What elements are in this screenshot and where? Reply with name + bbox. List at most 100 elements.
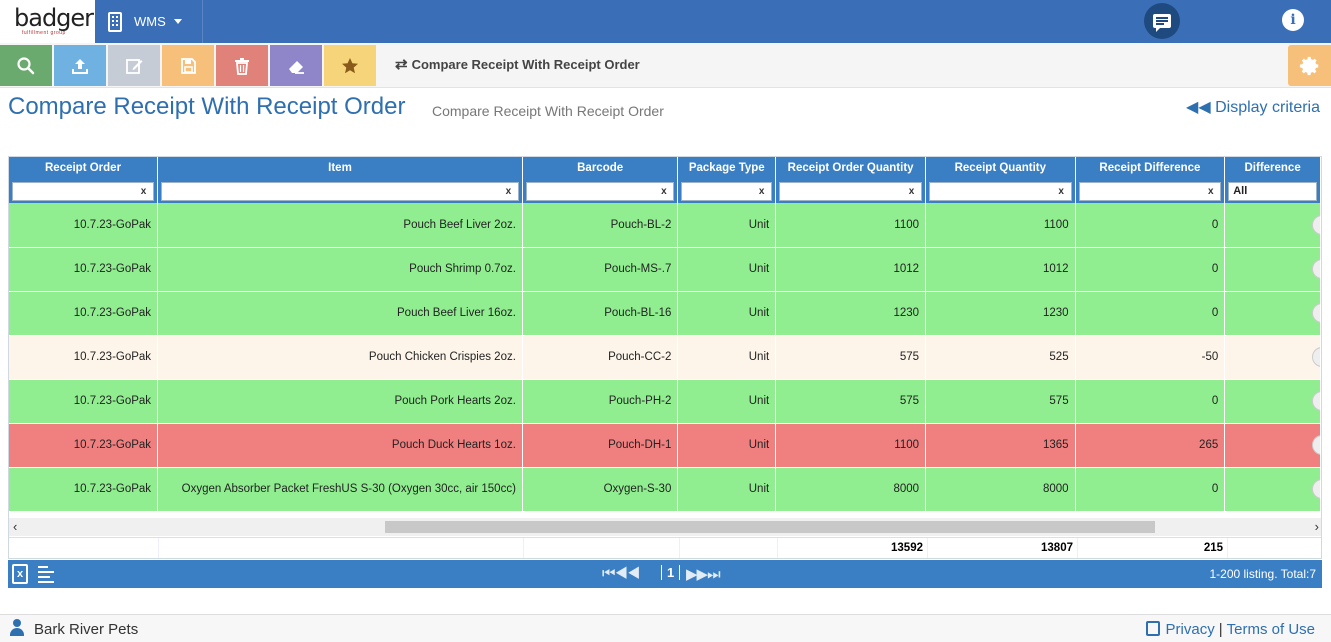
difference-toggle[interactable] <box>1312 214 1320 235</box>
item-cell: Pouch Chicken Crispies 2oz. <box>157 335 523 380</box>
difference-toggle[interactable] <box>1312 479 1320 499</box>
table-row[interactable]: 10.7.23-GoPak Oxygen Absorber Packet Fres… <box>9 467 1321 512</box>
footer: Bark River Pets Privacy | Terms of Use <box>0 614 1331 642</box>
header-row: Receipt Order Item Barcode Package Type … <box>9 157 1321 179</box>
filter-input[interactable]: x <box>779 181 923 201</box>
filter-input[interactable]: x <box>12 181 155 201</box>
item-cell: Pouch Beef Liver 16oz. <box>157 291 523 336</box>
info-icon[interactable]: i <box>1282 9 1304 31</box>
column-header[interactable]: Item <box>157 157 523 179</box>
difference-toggle[interactable] <box>1312 347 1320 367</box>
horizontal-scrollbar[interactable]: ‹ › <box>9 518 1321 536</box>
filter-input[interactable]: x <box>1078 181 1222 201</box>
privacy-icon <box>1145 621 1160 636</box>
listing-count: 1-200 listing. Total:7 <box>1209 567 1316 581</box>
receipt-quantity-cell: 8000 <box>925 467 1076 512</box>
logo-subtext: fulfillment group <box>22 30 66 36</box>
difference-cell <box>1224 291 1321 336</box>
package-type-cell: Unit <box>677 203 777 248</box>
item-cell: Pouch Shrimp 0.7oz. <box>157 247 523 292</box>
privacy-link[interactable]: Privacy <box>1166 621 1215 638</box>
display-criteria-link[interactable]: ◀◀ Display criteria <box>1186 97 1320 117</box>
clear-filter-button[interactable]: x <box>752 182 772 200</box>
pager-bar: x ⏮◀◀ 1 ▶▶⏭ 1-200 listing. Total:7 <box>8 560 1322 588</box>
difference-cell <box>1224 423 1321 468</box>
package-type-cell: Unit <box>677 247 777 292</box>
difference-toggle[interactable] <box>1312 259 1320 279</box>
logo-text: badger <box>14 4 94 32</box>
clear-filter-button[interactable]: x <box>1201 182 1221 200</box>
total-receipt-difference: 215 <box>1203 542 1223 554</box>
difference-toggle[interactable] <box>1312 391 1320 411</box>
column-header[interactable]: Receipt Order <box>9 157 159 179</box>
table-row[interactable]: 10.7.23-GoPak Pouch Beef Liver 16oz. Pouch… <box>9 291 1321 336</box>
column-header[interactable]: Barcode <box>522 157 679 179</box>
data-table: Receipt Order Item Barcode Package Type … <box>9 157 1321 512</box>
package-type-cell: Unit <box>677 291 777 336</box>
company-name: Bark River Pets <box>34 621 139 638</box>
table-row[interactable]: 10.7.23-GoPak Pouch Duck Hearts 1oz. Pouch… <box>9 423 1321 468</box>
column-header[interactable]: Receipt Difference <box>1075 157 1226 179</box>
favorite-button[interactable] <box>324 45 376 86</box>
upload-button[interactable] <box>54 45 106 86</box>
settings-button[interactable] <box>1288 45 1331 86</box>
save-icon <box>181 57 196 74</box>
table-row[interactable]: 10.7.23-GoPak Pouch Chicken Crispies 2oz.… <box>9 335 1321 380</box>
delete-button[interactable] <box>216 45 268 86</box>
table-row[interactable]: 10.7.23-GoPak Pouch Pork Hearts 2oz. Pouch… <box>9 379 1321 424</box>
save-button[interactable] <box>162 45 214 86</box>
next-last-page-icon[interactable]: ▶▶⏭ <box>686 565 721 583</box>
scrollbar-thumb[interactable] <box>385 521 1155 533</box>
chevron-down-icon <box>173 19 182 24</box>
column-header[interactable]: Receipt Quantity <box>925 157 1076 179</box>
align-icon[interactable] <box>38 566 54 586</box>
messages-button[interactable] <box>1144 3 1180 39</box>
module-selector[interactable]: WMS <box>95 0 203 43</box>
scroll-right-icon[interactable]: › <box>1315 519 1319 534</box>
item-cell: Pouch Beef Liver 2oz. <box>157 203 523 248</box>
order-quantity-cell: 575 <box>775 335 927 380</box>
clear-filter-button[interactable]: x <box>1051 182 1071 200</box>
logo[interactable]: badger fulfillment group <box>0 0 95 43</box>
filter-input[interactable]: x <box>681 181 773 201</box>
receipt-difference-cell: 0 <box>1075 467 1226 512</box>
difference-toggle[interactable] <box>1312 435 1320 455</box>
edit-icon <box>126 58 143 74</box>
column-header[interactable]: Difference <box>1224 157 1321 179</box>
barcode-cell: Pouch-BL-2 <box>522 203 679 248</box>
terms-link[interactable]: Terms of Use <box>1227 621 1315 638</box>
excel-export-icon[interactable]: x <box>12 564 28 584</box>
package-type-cell: Unit <box>677 379 777 424</box>
scroll-left-icon[interactable]: ‹ <box>13 519 17 534</box>
clear-filter-button[interactable]: x <box>654 182 674 200</box>
package-type-cell: Unit <box>677 335 777 380</box>
filter-input[interactable]: x <box>161 181 519 201</box>
star-icon <box>342 57 358 73</box>
gear-icon <box>1299 56 1318 75</box>
edit-button[interactable] <box>108 45 160 86</box>
breadcrumb: ⇄ Compare Receipt With Receipt Order <box>395 55 640 73</box>
current-page[interactable]: 1 <box>661 565 681 580</box>
table-row[interactable]: 10.7.23-GoPak Pouch Shrimp 0.7oz. Pouch-MS… <box>9 247 1321 292</box>
receipt-quantity-cell: 1100 <box>925 203 1076 248</box>
link-separator: | <box>1218 621 1223 638</box>
clear-filter-button[interactable]: x <box>134 182 154 200</box>
difference-toggle[interactable] <box>1312 303 1320 323</box>
filter-input[interactable]: x <box>929 181 1072 201</box>
table-row[interactable]: 10.7.23-GoPak Pouch Beef Liver 2oz. Pouch-… <box>9 203 1321 248</box>
first-prev-page-icon[interactable]: ⏮◀◀ <box>602 565 640 582</box>
top-navigation-bar: badger fulfillment group WMS i <box>0 0 1331 43</box>
barcode-cell: Pouch-CC-2 <box>522 335 679 380</box>
column-header[interactable]: Package Type <box>677 157 777 179</box>
receipt-difference-cell: 0 <box>1075 203 1226 248</box>
clear-filter-button[interactable]: x <box>498 182 518 200</box>
clear-button[interactable] <box>270 45 322 86</box>
display-criteria-label: Display criteria <box>1215 99 1320 116</box>
difference-filter-select[interactable]: All <box>1228 181 1317 201</box>
receipt-difference-cell: -50 <box>1075 335 1226 380</box>
filter-input[interactable]: x <box>525 181 675 201</box>
search-button[interactable] <box>0 45 52 86</box>
clear-filter-button[interactable]: x <box>902 182 922 200</box>
column-header[interactable]: Receipt Order Quantity <box>775 157 927 179</box>
trash-icon <box>235 57 249 75</box>
